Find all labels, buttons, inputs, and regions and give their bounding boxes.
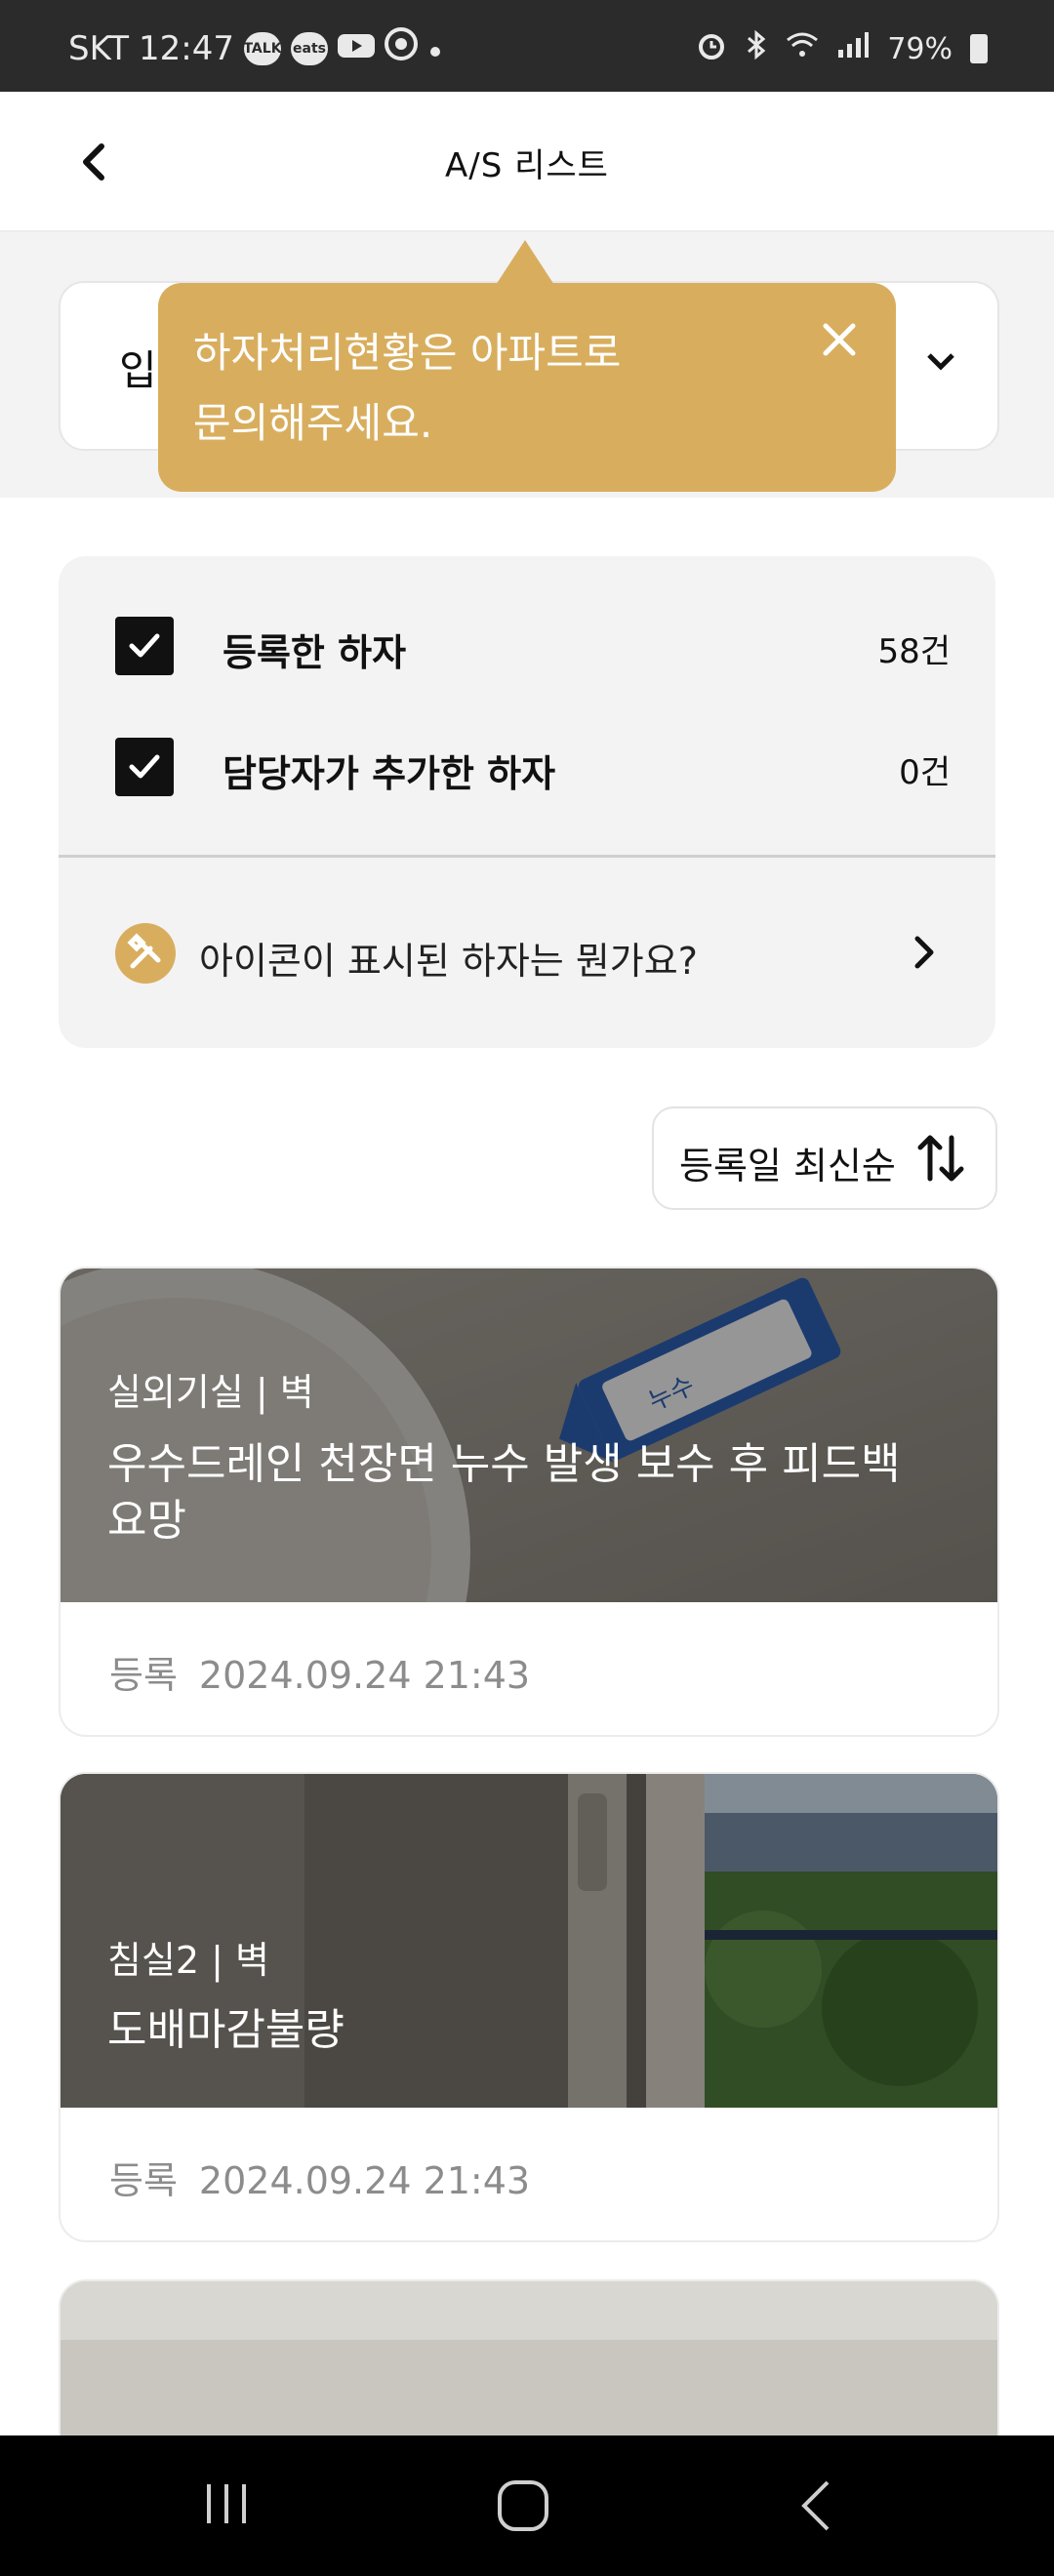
eats-icon: eats (291, 31, 328, 65)
app-header: A/S 리스트 (0, 92, 1054, 232)
page-title: A/S 리스트 (445, 146, 609, 185)
card-date: 2024.09.24 21:43 (198, 1654, 531, 1697)
card-date: 2024.09.24 21:43 (198, 2159, 531, 2202)
card-meta: 등록 2024.09.24 21:43 (109, 1645, 530, 1699)
defect-card[interactable]: 침실2 | 벽 도배마감불량 등록 2024.09.24 21:43 (59, 1772, 999, 2242)
talk-icon: TALK (243, 31, 282, 65)
chevron-right-icon (906, 933, 945, 972)
sort-label: 등록일 최신순 (679, 1145, 896, 1187)
filter-count: 0건 (899, 753, 951, 792)
meta-label: 등록 (109, 2159, 178, 2202)
card-category: 침실2 | 벽 (107, 1939, 270, 1982)
photo-overlay (61, 1268, 997, 1602)
filter-card: 등록한 하자 58건 담당자가 추가한 하자 0건 아이콘이 표시된 하자는 뭔… (59, 556, 995, 1048)
status-left: SKT 12:47 TALK eats (68, 27, 443, 69)
system-nav-bar (0, 2435, 1054, 2576)
card-title: 우수드레인 천장면 누수 발생 보수 후 피드백 요망 (107, 1439, 901, 1546)
meta-label: 등록 (109, 1654, 178, 1697)
recents-icon (207, 2484, 246, 2523)
close-icon (823, 323, 856, 356)
chrome-icon (385, 27, 418, 69)
tools-icon (115, 923, 176, 984)
battery-percent: 79% (887, 31, 953, 66)
tooltip-text: 하자처리현황은 아파트로 문의해주세요. (193, 329, 622, 447)
carrier-label: SKT (68, 28, 130, 68)
back-nav-button[interactable] (798, 2478, 837, 2537)
filter-label: 등록한 하자 (223, 631, 407, 674)
divider (59, 855, 995, 858)
status-bar: SKT 12:47 TALK eats 79% (0, 0, 1054, 92)
help-text: 아이콘이 표시된 하자는 뭔가요? (199, 940, 698, 983)
dot-icon (427, 29, 443, 68)
tooltip-close-button[interactable] (820, 320, 859, 359)
alarm-icon (696, 29, 727, 68)
filter-row-registered[interactable]: 등록한 하자 58건 (115, 617, 951, 677)
filter-count: 58건 (877, 632, 951, 671)
time-label: 12:47 (139, 28, 234, 68)
card-title: 도배마감불량 (107, 2005, 345, 2055)
status-right: 79% (696, 29, 988, 68)
sort-arrows-icon (915, 1130, 966, 1187)
wifi-icon (786, 30, 819, 67)
info-tooltip: 하자처리현황은 아파트로 문의해주세요. (158, 240, 896, 492)
checkbox-manager-added[interactable] (115, 738, 174, 796)
bluetooth-icon (745, 29, 768, 68)
youtube-icon (338, 29, 375, 68)
signal-icon (836, 30, 870, 67)
selector-value: 입 (119, 346, 157, 394)
card-category: 실외기실 | 벽 (107, 1371, 314, 1414)
help-link[interactable]: 아이콘이 표시된 하자는 뭔가요? (115, 919, 945, 987)
check-icon (129, 754, 160, 779)
defect-card[interactable]: 누수 실외기실 | 벽 우수드레인 천장면 누수 발생 보수 후 피드백 요망 … (59, 1267, 999, 1737)
filter-label: 담당자가 추가한 하자 (223, 752, 556, 795)
sort-button[interactable]: 등록일 최신순 (652, 1107, 997, 1210)
check-icon (129, 633, 160, 658)
battery-icon (970, 34, 988, 63)
home-icon (498, 2480, 548, 2531)
filter-row-manager-added[interactable]: 담당자가 추가한 하자 0건 (115, 738, 951, 798)
card-meta: 등록 2024.09.24 21:43 (109, 2151, 530, 2204)
checkbox-registered[interactable] (115, 617, 174, 675)
home-button[interactable] (496, 2478, 550, 2537)
recents-button[interactable] (203, 2480, 250, 2531)
back-icon (801, 2480, 830, 2531)
chevron-down-icon (923, 342, 958, 385)
